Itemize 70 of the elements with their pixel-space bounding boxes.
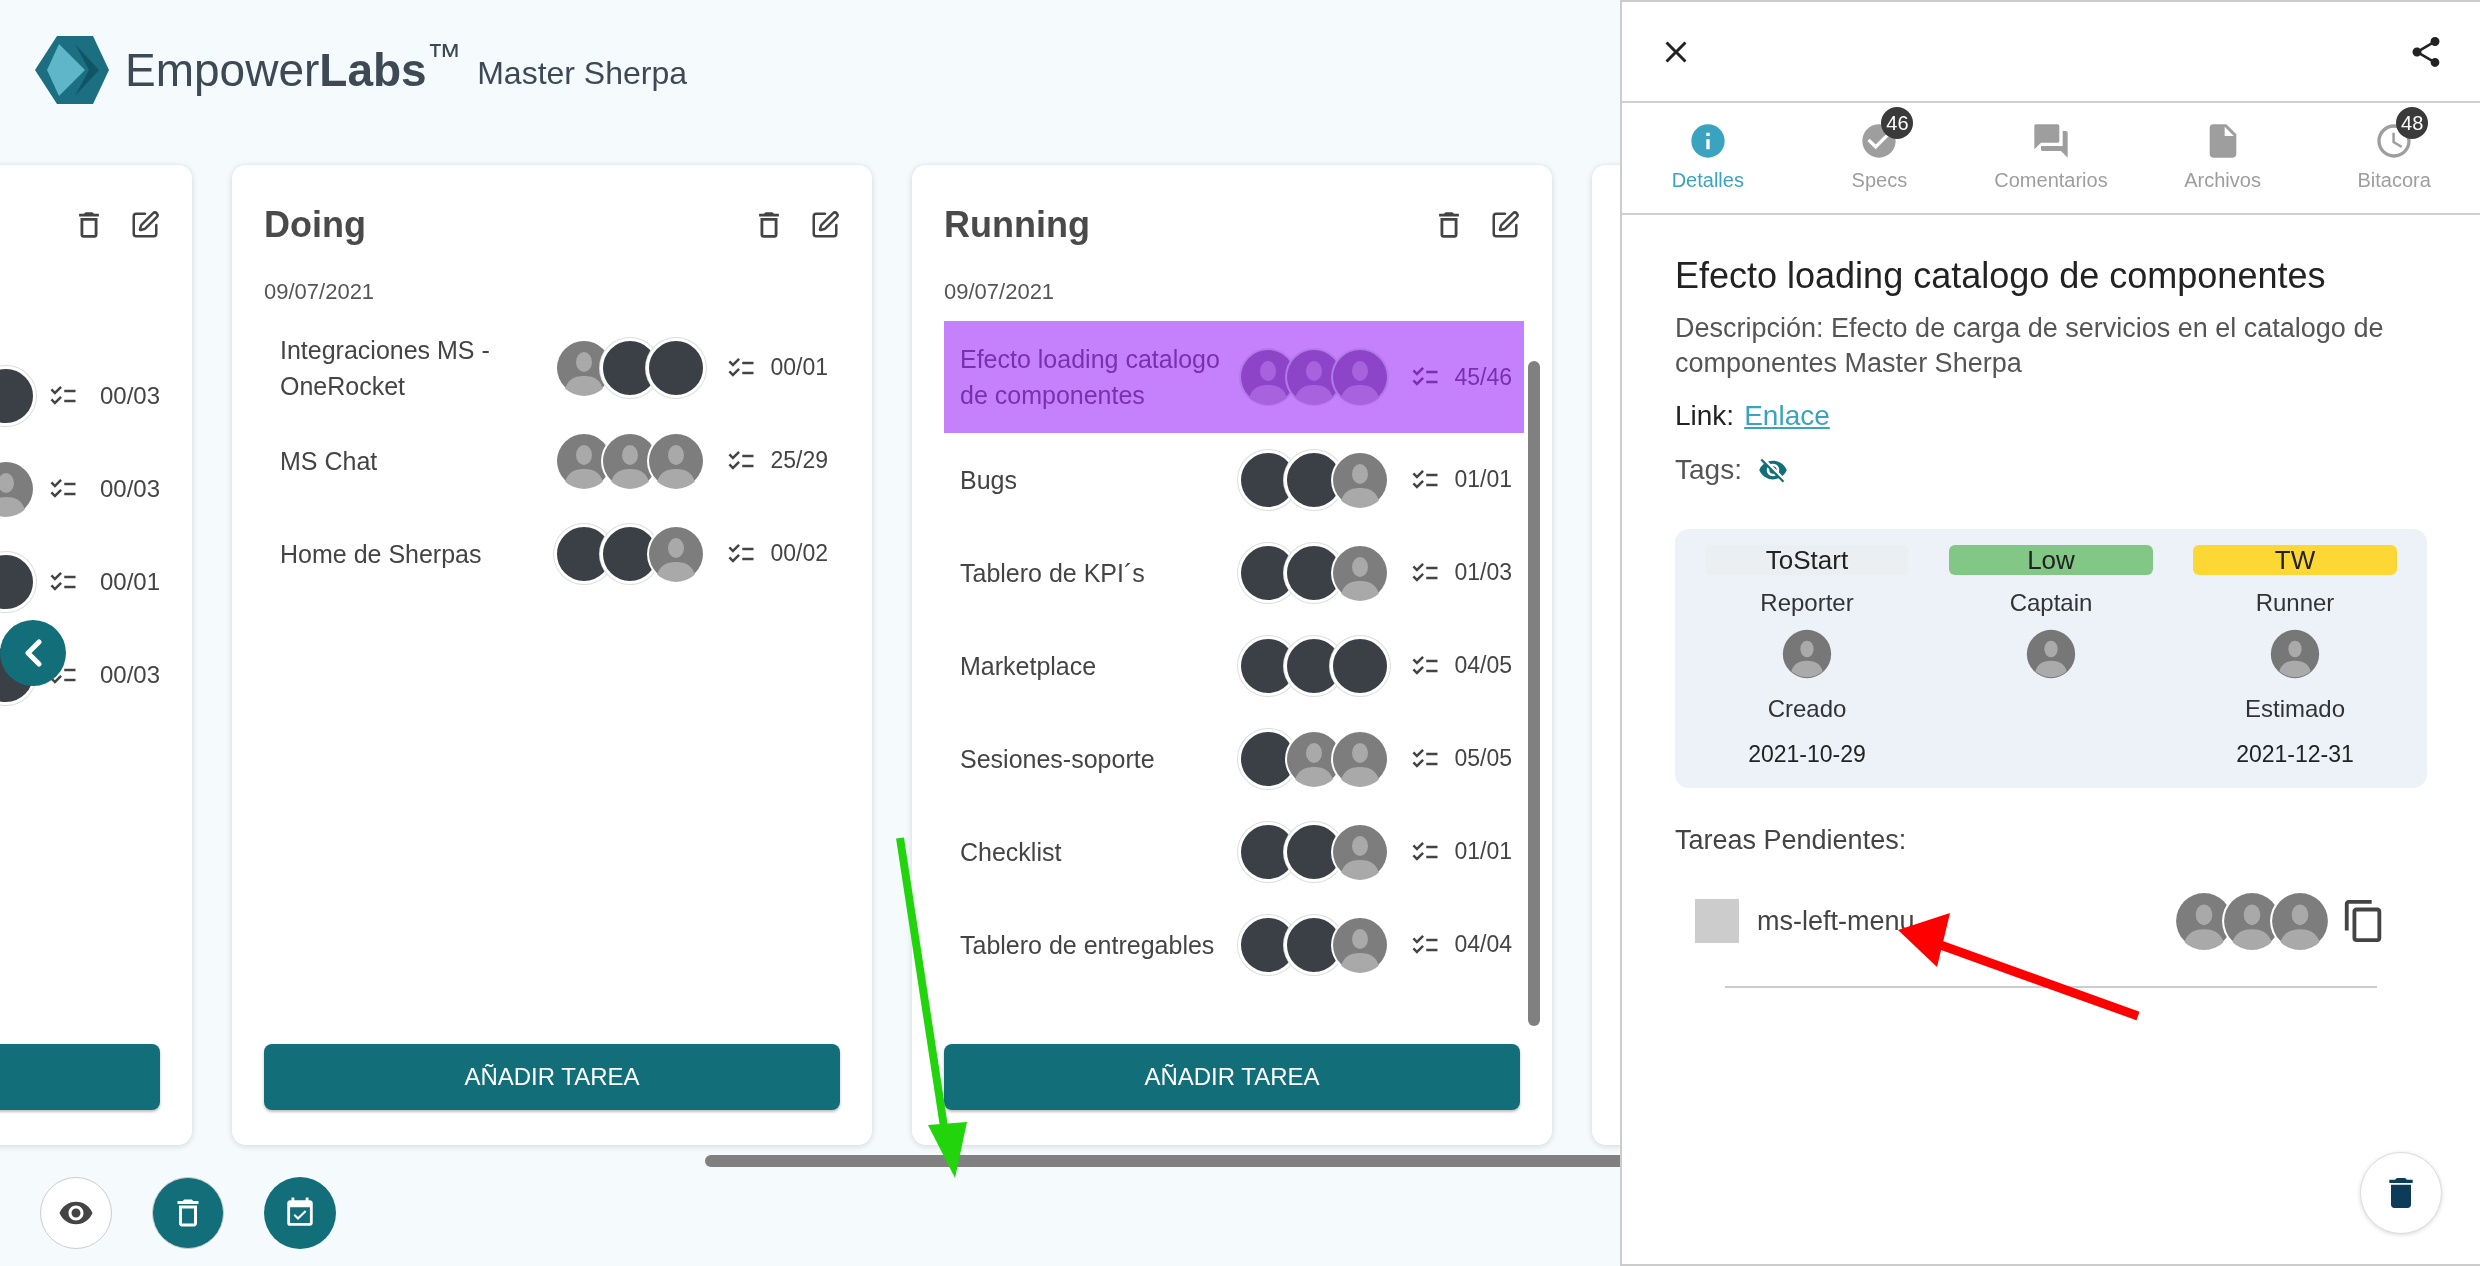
chevron-left-icon	[24, 639, 42, 667]
role-label: Captain	[2009, 588, 2093, 618]
hexagon-logo-icon	[35, 34, 109, 106]
pending-title: Tareas Pendientes:	[1675, 823, 1908, 857]
panel-tab[interactable]: 46 Specs	[1793, 103, 1966, 213]
status-tag: ToStart	[1705, 545, 1909, 575]
task-name: Integraciones MS - OneRocket	[280, 334, 491, 402]
task-name: Bugs	[960, 464, 1018, 496]
role-label: Runner	[2255, 588, 2335, 618]
task-name: Tablero de KPI´s	[960, 557, 1146, 589]
task-title: Efecto loading catalogo de componentes	[1675, 254, 2327, 298]
avatar-silhouette-icon	[2269, 890, 2331, 952]
link-label: Link:	[1675, 399, 1735, 433]
column-date: 09/07/2021	[944, 279, 1055, 304]
add-task-button[interactable]: AÑADIR TAREA	[264, 1044, 840, 1110]
avatar-silhouette-icon	[2270, 629, 2320, 679]
count-badge: 46	[1881, 107, 1914, 139]
column-date: 09/07/2021	[264, 279, 375, 304]
task-count: 04/04	[1453, 930, 1512, 960]
brand-name: EmpowerLabs$^{™}$	[125, 36, 462, 98]
column-title: Doing	[264, 203, 366, 247]
avatar-photo-placeholder	[646, 337, 706, 398]
role-label: Reporter	[1760, 588, 1854, 618]
pending-task-name: ms-left-menu	[1757, 904, 1916, 938]
task-count: 00/02	[769, 539, 828, 569]
status-tag: TW	[2193, 545, 2397, 575]
task-name: MS Chat	[280, 445, 379, 477]
date-value: 2021-12-31	[2236, 740, 2354, 769]
task-count: 00/01	[769, 353, 828, 383]
edit-icon[interactable]	[130, 210, 160, 240]
task-count: 25/29	[769, 446, 828, 476]
task-count: 04/05	[1453, 651, 1512, 681]
task-name: Checklist	[960, 836, 1063, 868]
column-title: Running	[944, 203, 1090, 247]
task-row[interactable]: 00/01	[0, 535, 160, 628]
task-count: 00/03	[98, 659, 160, 690]
task-count: 01/01	[1453, 465, 1512, 495]
date-label: Creado	[1767, 694, 1847, 724]
edit-icon[interactable]	[810, 210, 840, 240]
task-name: Marketplace	[960, 650, 1098, 682]
avatar-silhouette-icon	[2026, 629, 2076, 679]
tags-label: Tags:	[1675, 453, 1742, 487]
task-name: Home de Sherpas	[280, 538, 483, 570]
task-count: 00/03	[98, 473, 160, 504]
task-count: 01/01	[1453, 837, 1512, 867]
task-count: 05/05	[1453, 744, 1512, 774]
count-badge: 48	[2396, 107, 2429, 139]
task-name: Sesiones-soporte	[960, 743, 1156, 775]
task-count: 00/01	[98, 566, 160, 597]
panel-tab[interactable]: 48 Bitacora	[2308, 103, 2480, 213]
delete-button[interactable]	[2360, 1152, 2442, 1234]
status-tag: Low	[1949, 545, 2153, 575]
task-count: 00/03	[98, 380, 160, 411]
date-value: 2021-10-29	[1748, 740, 1866, 769]
task-count: 45/46	[1453, 362, 1512, 392]
edit-icon[interactable]	[1490, 210, 1520, 240]
task-name: Efecto loading catalogo de componentes	[960, 344, 1221, 411]
task-row[interactable]: 00/03	[0, 349, 160, 442]
horizontal-scrollbar[interactable]	[705, 1155, 1620, 1167]
checkbox[interactable]	[1695, 899, 1739, 943]
avatar-silhouette-icon	[1330, 347, 1390, 407]
product-name: Master Sherpa	[477, 54, 688, 93]
task-name: Tablero de entregables	[960, 929, 1216, 961]
avatar-photo-placeholder	[1330, 635, 1390, 696]
avatar-silhouette-icon	[1782, 629, 1832, 679]
add-task-button[interactable]: AÑADIR TAREA	[944, 1044, 1520, 1110]
task-description: Descripción: Efecto de carga de servicios en el catalogo de componentes Master Sherpa	[1675, 312, 2385, 380]
date-label: Estimado	[2244, 694, 2345, 724]
task-count: 01/03	[1453, 558, 1512, 588]
task-row[interactable]: 00/03	[0, 442, 160, 535]
